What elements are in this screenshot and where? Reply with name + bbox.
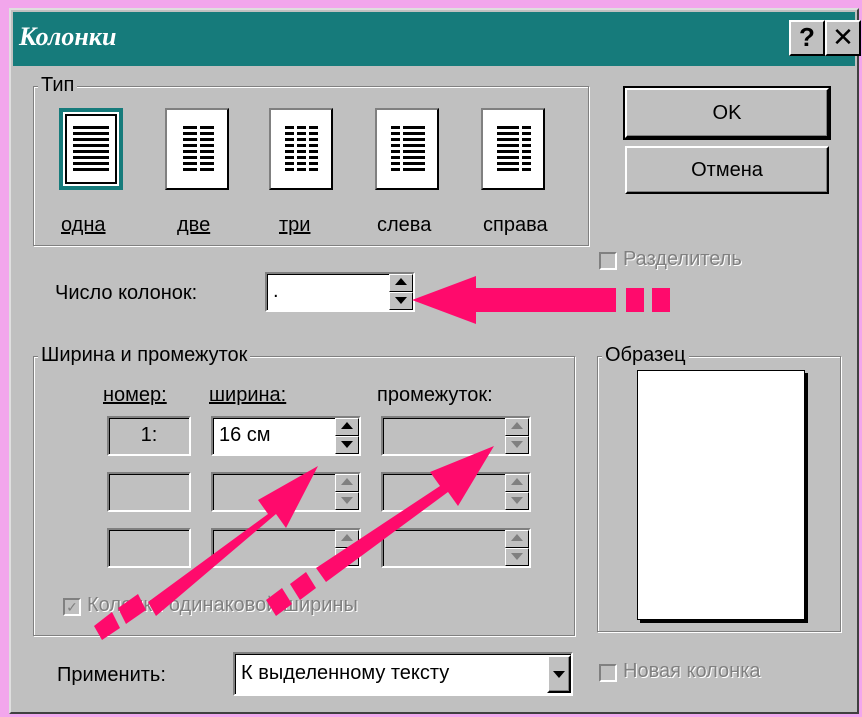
preset-label-left: слева [377, 214, 432, 236]
preset-right[interactable] [481, 108, 545, 190]
columns-dialog: Колонки ? ✕ Тип одна две три слева справ… [9, 8, 861, 714]
new-column-checkbox[interactable] [599, 664, 617, 682]
close-button[interactable]: ✕ [825, 20, 861, 56]
preset-one-column[interactable] [59, 108, 123, 190]
sample-title: Образец [602, 344, 689, 367]
preset-label-one: одна [61, 214, 106, 236]
row2-width-spinner[interactable] [335, 474, 359, 510]
apply-dropdown-button[interactable] [547, 655, 571, 693]
help-button[interactable]: ? [789, 20, 825, 56]
row2-gap-spinner[interactable] [505, 474, 529, 510]
col-width-header: ширина: [209, 384, 287, 406]
type-group-title: Тип [38, 74, 78, 97]
row1-gap-spinner[interactable] [505, 418, 529, 454]
sample-page-preview [637, 370, 805, 620]
row2-number [107, 472, 191, 512]
col-gap-header: промежуток: [377, 384, 493, 406]
cancel-button[interactable]: Отмена [625, 146, 829, 194]
dialog-title: Колонки [19, 22, 117, 51]
preset-two-columns[interactable] [165, 108, 229, 190]
row3-width-spinner[interactable] [335, 530, 359, 566]
ok-button[interactable]: OK [623, 86, 831, 140]
preset-label-three: три [279, 214, 311, 236]
col-number-header: номер: [103, 384, 167, 406]
preset-left[interactable] [375, 108, 439, 190]
equal-width-checkbox[interactable]: ✓ [63, 598, 81, 616]
separator-label: Разделитель [623, 248, 742, 270]
row1-number: 1: [107, 416, 191, 456]
row1-width-spinner[interactable] [335, 418, 359, 454]
new-column-label: Новая колонка [623, 660, 761, 682]
equal-width-label: Колонки одинаковой ширины [87, 594, 358, 616]
apply-select[interactable]: К выделенному тексту [233, 652, 573, 696]
separator-checkbox[interactable] [599, 252, 617, 270]
row3-gap-spinner[interactable] [505, 530, 529, 566]
apply-label: Применить: [57, 664, 166, 686]
row3-number [107, 528, 191, 568]
chevron-down-icon [553, 671, 565, 678]
columns-count-spinner[interactable] [389, 274, 413, 310]
preset-label-right: справа [483, 214, 548, 236]
columns-count-label: Число колонок: [55, 282, 198, 304]
title-bar[interactable]: Колонки ? ✕ [13, 12, 861, 66]
preset-three-columns[interactable] [269, 108, 333, 190]
preset-label-two: две [177, 214, 211, 236]
width-spacing-title: Ширина и промежуток [38, 344, 251, 367]
